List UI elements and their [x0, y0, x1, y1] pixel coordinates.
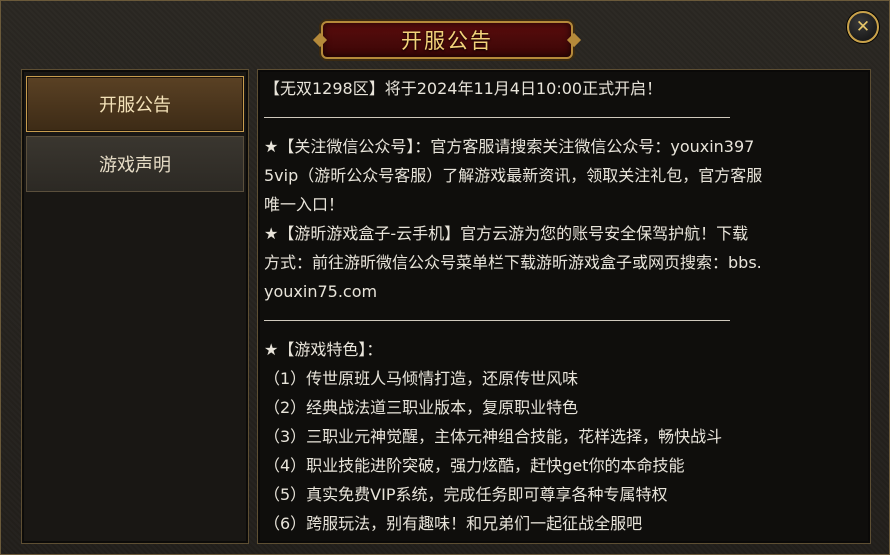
tab-game-statement[interactable]: 游戏声明 — [26, 136, 244, 192]
feature-item: （6）跨服玩法，别有趣味！和兄弟们一起征战全服吧 — [264, 514, 643, 533]
tab-label: 开服公告 — [99, 95, 171, 116]
box-line: 方式：前往游昕微信公众号菜单栏下载游昕游戏盒子或网页搜索：bbs. — [264, 253, 762, 272]
feature-item: （2）经典战法道三职业版本，复原职业特色 — [264, 398, 579, 417]
announcement-content[interactable]: 【无双1298区】将于2024年11月4日10:00正式开启！ ★【关注微信公众… — [257, 69, 871, 544]
features-title: ★【游戏特色】： — [264, 340, 383, 359]
divider — [264, 117, 730, 118]
panel-title: 开服公告 — [401, 29, 493, 53]
tab-server-announcement[interactable]: 开服公告 — [26, 76, 244, 132]
box-line: youxin75.com — [264, 282, 378, 301]
box-line: ★【游昕游戏盒子-云手机】官方云游为您的账号安全保驾护航！下载 — [264, 224, 749, 243]
feature-item: （1）传世原班人马倾情打造，还原传世风味 — [264, 369, 579, 388]
wechat-line: 唯一入口！ — [264, 195, 345, 214]
close-icon: ✕ — [855, 16, 871, 37]
close-button[interactable]: ✕ — [847, 11, 879, 43]
feature-item: （4）职业技能进阶突破，强力炫酷，赶快get你的本命技能 — [264, 456, 685, 475]
title-bar: 开服公告 — [321, 21, 573, 59]
announcement-panel: 开服公告 ✕ 开服公告 游戏声明 【无双1298区】将于2024年11月4日10… — [0, 0, 890, 555]
feature-item: （5）真实免费VIP系统，完成任务即可尊享各种专属特权 — [264, 485, 668, 504]
feature-item: （3）三职业元神觉醒，主体元神组合技能，花样选择，畅快战斗 — [264, 427, 723, 446]
sidebar: 开服公告 游戏声明 — [21, 69, 249, 544]
headline: 【无双1298区】将于2024年11月4日10:00正式开启！ — [264, 79, 663, 98]
tab-label: 游戏声明 — [99, 155, 171, 176]
wechat-line: 5vip（游昕公众号客服）了解游戏最新资讯，领取关注礼包，官方客服 — [264, 166, 763, 185]
announcement-text: 【无双1298区】将于2024年11月4日10:00正式开启！ ★【关注微信公众… — [264, 74, 864, 538]
wechat-line: ★【关注微信公众号】：官方客服请搜索关注微信公众号：youxin397 — [264, 137, 755, 156]
divider — [264, 320, 730, 321]
